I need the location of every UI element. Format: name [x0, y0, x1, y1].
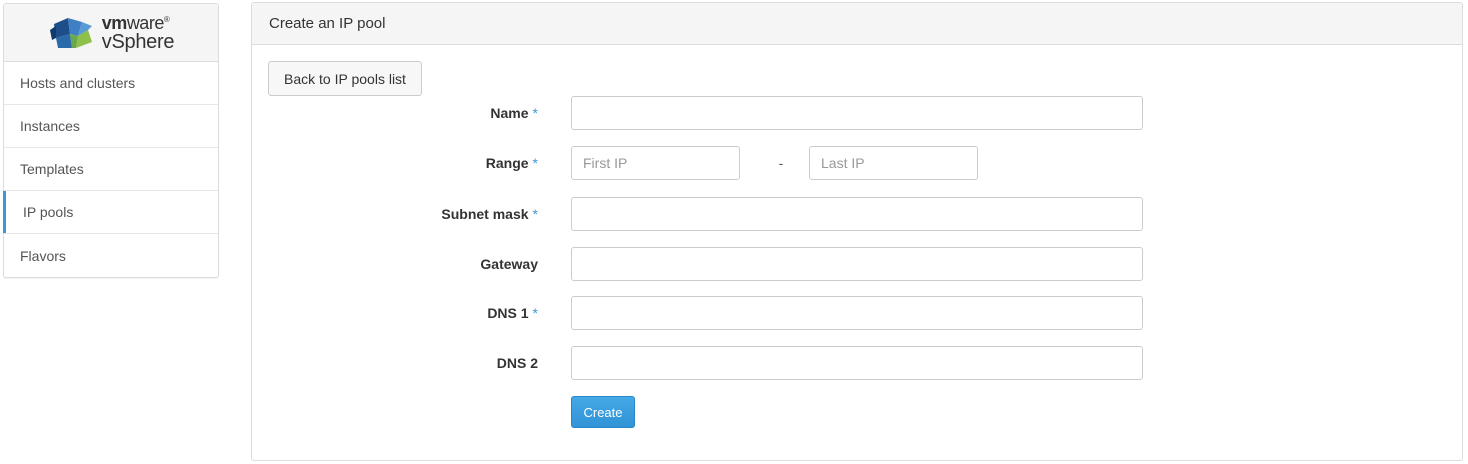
required-marker: * — [532, 105, 538, 121]
required-marker: * — [532, 305, 538, 321]
vsphere-logo-icon — [49, 17, 92, 48]
subnet-mask-input[interactable] — [571, 197, 1143, 231]
brand-vsphere: vSphere — [101, 30, 175, 53]
brand-text: vmware® vSphere — [101, 12, 175, 53]
subnet-mask-label: Subnet mask * — [441, 206, 538, 222]
brand-vmware: vmware® — [101, 12, 170, 33]
dns1-label: DNS 1 * — [487, 305, 538, 321]
name-input[interactable] — [571, 96, 1143, 130]
dns2-input[interactable] — [571, 346, 1143, 380]
sidebar-item-hosts-and-clusters[interactable]: Hosts and clusters — [4, 62, 218, 105]
sidebar-item-templates[interactable]: Templates — [4, 148, 218, 191]
gateway-label: Gateway — [480, 256, 538, 272]
required-marker: * — [532, 206, 538, 222]
sidebar-item-ip-pools[interactable]: IP pools — [3, 191, 218, 234]
create-button[interactable]: Create — [571, 396, 635, 428]
sidebar: vmware® vSphere Hosts and clusters Insta… — [3, 3, 219, 278]
create-ip-pool-panel: Create an IP pool Back to IP pools list … — [251, 2, 1463, 461]
sidebar-item-flavors[interactable]: Flavors — [4, 234, 218, 277]
first-ip-input[interactable] — [571, 146, 740, 180]
dns1-input[interactable] — [571, 296, 1143, 330]
back-to-ip-pools-button[interactable]: Back to IP pools list — [268, 61, 422, 96]
required-marker: * — [532, 155, 538, 171]
sidebar-item-instances[interactable]: Instances — [4, 105, 218, 148]
range-label: Range * — [485, 155, 538, 171]
vmware-vsphere-logo[interactable]: vmware® vSphere — [48, 12, 175, 53]
gateway-input[interactable] — [571, 247, 1143, 281]
dns2-label: DNS 2 — [496, 355, 538, 371]
last-ip-input[interactable] — [809, 146, 978, 180]
range-separator: - — [778, 155, 784, 171]
name-label: Name * — [490, 105, 538, 121]
brand-header: vmware® vSphere — [4, 4, 218, 62]
panel-title: Create an IP pool — [252, 3, 1462, 45]
